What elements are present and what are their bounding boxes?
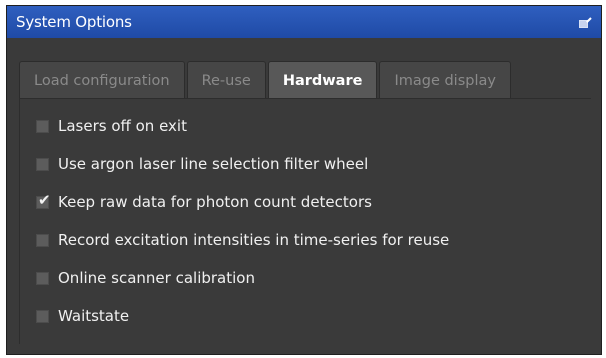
option-keep-raw-photon-data[interactable]: ✔ Keep raw data for photon count detecto… bbox=[36, 190, 372, 211]
system-options-panel: System Options Load configuration Re-use… bbox=[6, 5, 602, 355]
tab-image-display[interactable]: Image display bbox=[379, 61, 511, 99]
checkbox[interactable] bbox=[36, 119, 49, 133]
checkbox[interactable]: ✔ bbox=[36, 190, 51, 209]
option-lasers-off-on-exit[interactable]: Lasers off on exit bbox=[36, 117, 187, 135]
checkbox[interactable] bbox=[36, 271, 49, 285]
checkbox[interactable] bbox=[36, 233, 49, 247]
option-argon-filter-wheel[interactable]: Use argon laser line selection filter wh… bbox=[36, 155, 368, 173]
tab-load-configuration[interactable]: Load configuration bbox=[19, 61, 185, 99]
undock-icon[interactable] bbox=[579, 16, 592, 28]
panel-title: System Options bbox=[16, 13, 132, 31]
tab-bar: Load configuration Re-use Hardware Image… bbox=[19, 61, 513, 99]
checkbox[interactable] bbox=[36, 309, 49, 323]
tab-re-use[interactable]: Re-use bbox=[186, 61, 266, 99]
check-mark-icon: ✔ bbox=[38, 190, 51, 209]
title-bar: System Options bbox=[7, 6, 601, 38]
tab-hardware[interactable]: Hardware bbox=[267, 61, 378, 99]
panel-body: Load configuration Re-use Hardware Image… bbox=[7, 38, 601, 354]
option-record-excitation-intensities[interactable]: Record excitation intensities in time-se… bbox=[36, 231, 449, 249]
option-waitstate[interactable]: Waitstate bbox=[36, 307, 129, 325]
checkbox[interactable] bbox=[36, 157, 49, 171]
option-online-scanner-calibration[interactable]: Online scanner calibration bbox=[36, 269, 255, 287]
